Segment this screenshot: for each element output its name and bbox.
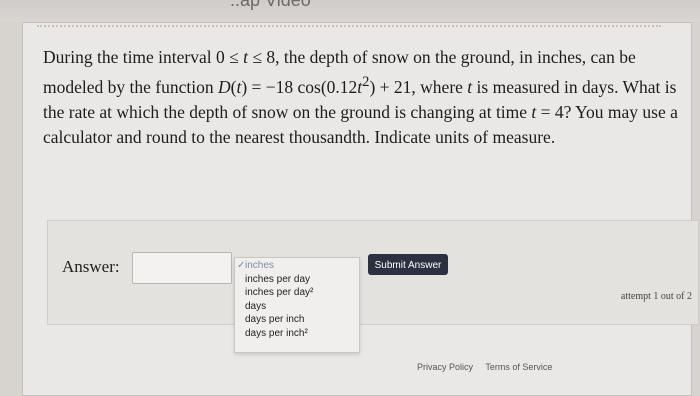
question-text: During the time interval 0 ≤ t ≤ 8, the … [43,47,678,147]
unit-option[interactable]: inches per day² [235,286,359,300]
attempt-counter: attempt 1 out of 2 [620,291,692,302]
unit-option-label: inches per day [245,273,311,285]
top-strip: ..ap Video [0,0,700,22]
terms-of-service-link[interactable]: Terms of Service [485,362,552,372]
unit-option-label: days per inch [245,314,305,325]
unit-option[interactable]: days per inch [235,313,359,327]
unit-option-label: inches per day² [245,287,314,298]
footer: Privacy Policy Terms of Service [417,362,562,372]
question-card: During the time interval 0 ≤ t ≤ 8, the … [22,22,699,396]
answer-input[interactable] [132,252,232,284]
unit-option[interactable]: days [235,300,359,314]
checkmark-icon: ✓ [237,260,246,271]
unit-option-label: days [245,300,267,312]
unit-option[interactable]: inches per day [235,273,359,287]
divider [37,25,661,27]
unit-option-label: inches [245,260,274,271]
unit-option-label: days per inch² [245,327,308,339]
unit-option[interactable]: ✓ inches [235,259,359,273]
answer-label: Answer: [62,257,120,276]
units-dropdown[interactable]: ✓ inches inches per day inches per day² days… [234,257,360,353]
submit-answer-button[interactable]: Submit Answer [368,254,448,275]
answer-panel: Answer: ✓ inches inches per day inches per … [47,220,699,353]
unit-option[interactable]: days per inch² [235,327,359,341]
header-cut-text: ..ap Video [230,0,311,10]
privacy-policy-link[interactable]: Privacy Policy [417,362,473,372]
